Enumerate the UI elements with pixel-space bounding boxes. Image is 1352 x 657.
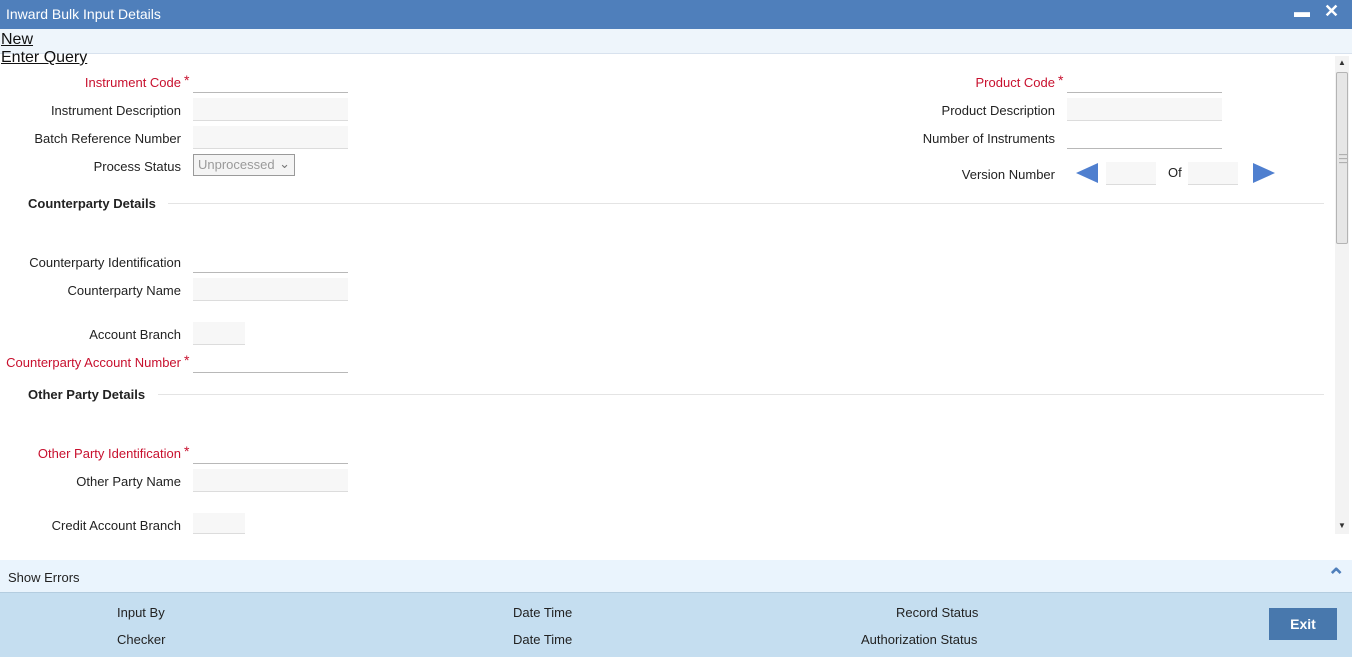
minimize-icon[interactable]: ▬ [1294,4,1310,22]
product-description-input[interactable] [1067,98,1222,121]
new-link[interactable]: New [1,31,33,49]
action-menu: New [0,29,1352,54]
date-time-label: Date Time [513,605,573,620]
counterparty-identification-input[interactable] [193,250,348,273]
version-number-input[interactable] [1106,162,1156,185]
other-party-name-input[interactable] [193,469,348,492]
process-status-label: Process Status [93,159,181,174]
required-marker: * [184,72,190,88]
counterparty-name-input[interactable] [193,278,348,301]
counterparty-account-number-input[interactable] [193,350,348,373]
counterparty-identification-label: Counterparty Identification [29,255,181,270]
account-branch-input[interactable] [193,322,245,345]
record-status-label: Record Status [896,605,979,620]
exit-button[interactable]: Exit [1269,608,1337,640]
vertical-scrollbar[interactable]: ▲ — — — ▼ [1335,56,1349,534]
counterparty-name-label: Counterparty Name [67,283,181,298]
required-marker: * [184,352,190,368]
next-version-icon[interactable] [1253,163,1275,183]
other-party-identification-label: Other Party Identification [37,446,181,461]
instrument-description-label: Instrument Description [50,103,181,118]
other-party-identification-input[interactable] [193,441,348,464]
chevron-down-icon: ⌄ [279,156,290,171]
required-marker: * [1058,72,1064,88]
number-of-instruments-label: Number of Instruments [922,131,1055,146]
version-total-input[interactable] [1188,162,1238,185]
counterparty-details-heading: Counterparty Details [28,196,156,211]
version-of-label: Of [1168,165,1182,180]
show-errors-link[interactable]: Show Errors [8,570,80,585]
batch-reference-number-label: Batch Reference Number [34,131,181,146]
scroll-up-icon[interactable]: ▲ [1338,58,1346,67]
counterparty-account-number-label: Counterparty Account Number [6,355,181,370]
required-marker: * [184,443,190,459]
input-by-label: Input By [117,605,165,620]
form-content: Instrument Code * Instrument Description… [0,54,1352,560]
close-icon[interactable]: ✕ [1324,1,1339,22]
instrument-code-label: Instrument Code [84,75,181,90]
window-titlebar: Inward Bulk Input Details ▬ ✕ [0,0,1352,29]
credit-account-branch-input[interactable] [193,513,245,534]
grip-icon: — — — [1339,150,1347,167]
errors-bar: Show Errors ⌃ [0,560,1352,592]
other-party-name-label: Other Party Name [76,474,181,489]
account-branch-label: Account Branch [89,327,181,342]
process-status-value: Unprocessed [198,157,275,172]
other-party-details-heading: Other Party Details [28,387,146,402]
product-code-label: Product Code [975,75,1056,90]
instrument-code-input[interactable] [193,70,348,93]
scrollbar-thumb[interactable]: — — — [1336,72,1348,244]
credit-account-branch-label: Credit Account Branch [51,518,181,533]
checker-date-time-label: Date Time [513,632,573,647]
product-description-label: Product Description [941,103,1055,118]
product-code-input[interactable] [1067,70,1222,93]
authorization-status-label: Authorization Status [861,632,978,647]
chevron-up-icon[interactable]: ⌃ [1327,564,1351,589]
previous-version-icon[interactable] [1076,163,1098,183]
section-divider [168,203,1324,204]
audit-footer: Input By Date Time Record Status Checker… [0,592,1352,657]
window-title: Inward Bulk Input Details [6,6,161,22]
number-of-instruments-input[interactable] [1067,126,1222,149]
scroll-down-icon[interactable]: ▼ [1338,521,1346,530]
batch-reference-number-input[interactable] [193,126,348,149]
enter-query-link[interactable]: Enter Query [1,49,87,67]
checker-label: Checker [117,632,166,647]
instrument-description-input[interactable] [193,98,348,121]
version-number-label: Version Number [961,167,1055,182]
section-divider [158,394,1324,395]
process-status-select[interactable]: Unprocessed ⌄ [193,154,295,176]
